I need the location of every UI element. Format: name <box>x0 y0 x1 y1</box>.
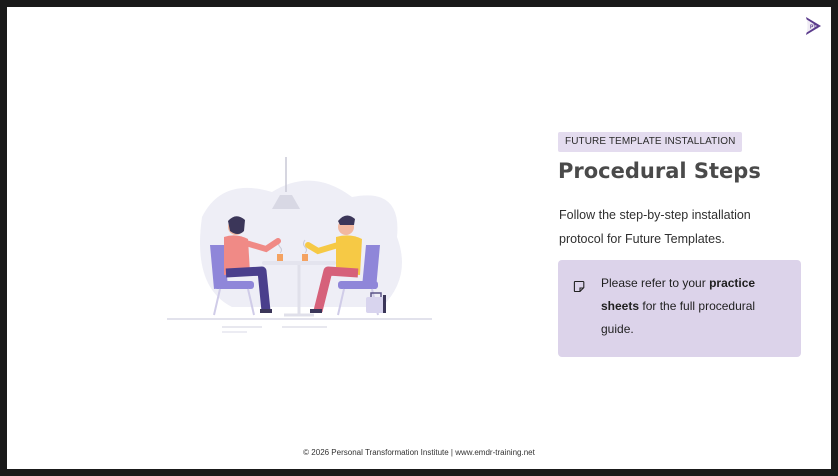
logo-text: PTI <box>810 25 818 31</box>
pti-logo-icon: PTI <box>806 17 821 35</box>
sticky-note-icon <box>573 280 585 293</box>
description: Follow the step-by-step installation pro… <box>559 208 751 246</box>
slide: PTI FUTURE TEMPLATE INSTALLATION Procedu… <box>7 7 831 469</box>
callout-prefix: Please refer to your <box>601 276 710 290</box>
meeting-illustration <box>167 157 432 333</box>
page-title: Procedural Steps <box>558 159 761 183</box>
footer: © 2026 Personal Transformation Institute… <box>303 448 535 457</box>
callout-text: Please refer to your practice sheets for… <box>601 272 791 341</box>
section-tag: FUTURE TEMPLATE INSTALLATION <box>558 132 743 152</box>
callout-box: Please refer to your practice sheets for… <box>558 260 801 357</box>
